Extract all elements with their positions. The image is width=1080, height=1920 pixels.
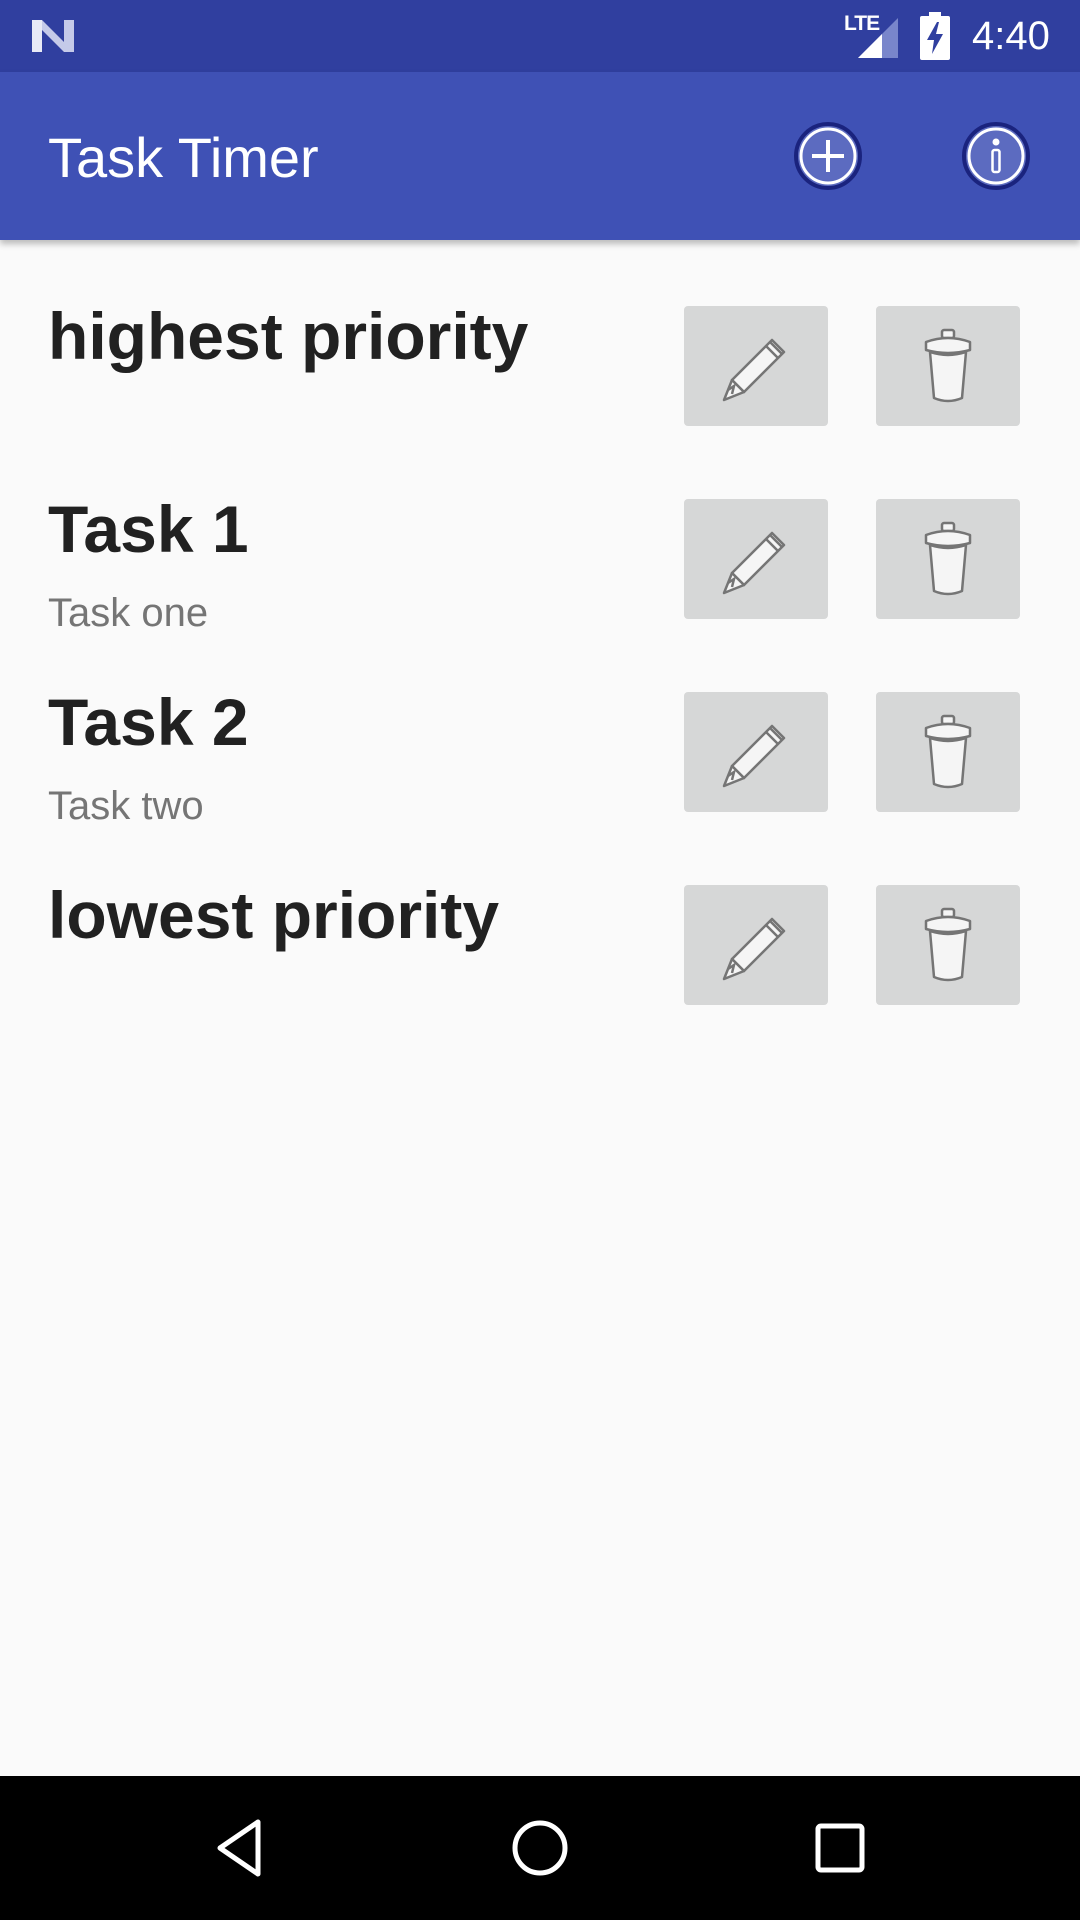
task-row[interactable]: highest priority xyxy=(0,240,1080,433)
info-circle-icon xyxy=(962,122,1030,190)
add-task-button[interactable] xyxy=(792,120,864,192)
delete-task-button[interactable] xyxy=(876,306,1020,426)
navigation-bar xyxy=(0,1776,1080,1920)
task-name: highest priority xyxy=(48,299,529,373)
home-icon xyxy=(512,1820,568,1876)
trash-icon xyxy=(924,714,972,789)
delete-task-button[interactable] xyxy=(876,692,1020,812)
app-bar: Task Timer xyxy=(0,72,1080,240)
task-name: Task 1 xyxy=(48,492,249,566)
delete-task-button[interactable] xyxy=(876,885,1020,1005)
delete-task-button[interactable] xyxy=(876,499,1020,619)
trash-icon xyxy=(924,521,972,596)
home-button[interactable] xyxy=(504,1812,576,1884)
task-name: lowest priority xyxy=(48,878,500,952)
pencil-icon xyxy=(722,338,786,402)
app-title: Task Timer xyxy=(48,126,319,189)
status-bar: LTE 4:40 xyxy=(0,0,1080,72)
edit-task-button[interactable] xyxy=(684,499,828,619)
recents-button[interactable] xyxy=(804,1812,876,1884)
back-button[interactable] xyxy=(204,1812,276,1884)
recents-icon xyxy=(815,1823,865,1873)
edit-task-button[interactable] xyxy=(684,692,828,812)
edit-task-button[interactable] xyxy=(684,885,828,1005)
task-row[interactable]: Task 2 Task two xyxy=(0,626,1080,828)
notification-n-icon xyxy=(32,20,74,52)
signal-icon xyxy=(858,18,898,58)
battery-charging-icon xyxy=(920,12,950,60)
pencil-icon xyxy=(722,531,786,595)
pencil-icon xyxy=(722,917,786,981)
task-row[interactable]: Task 1 Task one xyxy=(0,433,1080,635)
add-circle-icon xyxy=(794,122,862,190)
clock: 4:40 xyxy=(972,14,1050,58)
info-button[interactable] xyxy=(960,120,1032,192)
back-icon xyxy=(217,1819,261,1877)
trash-icon xyxy=(924,328,972,403)
edit-task-button[interactable] xyxy=(684,306,828,426)
pencil-icon xyxy=(722,724,786,788)
trash-icon xyxy=(924,907,972,982)
task-row[interactable]: lowest priority xyxy=(0,819,1080,1012)
task-name: Task 2 xyxy=(48,685,249,759)
